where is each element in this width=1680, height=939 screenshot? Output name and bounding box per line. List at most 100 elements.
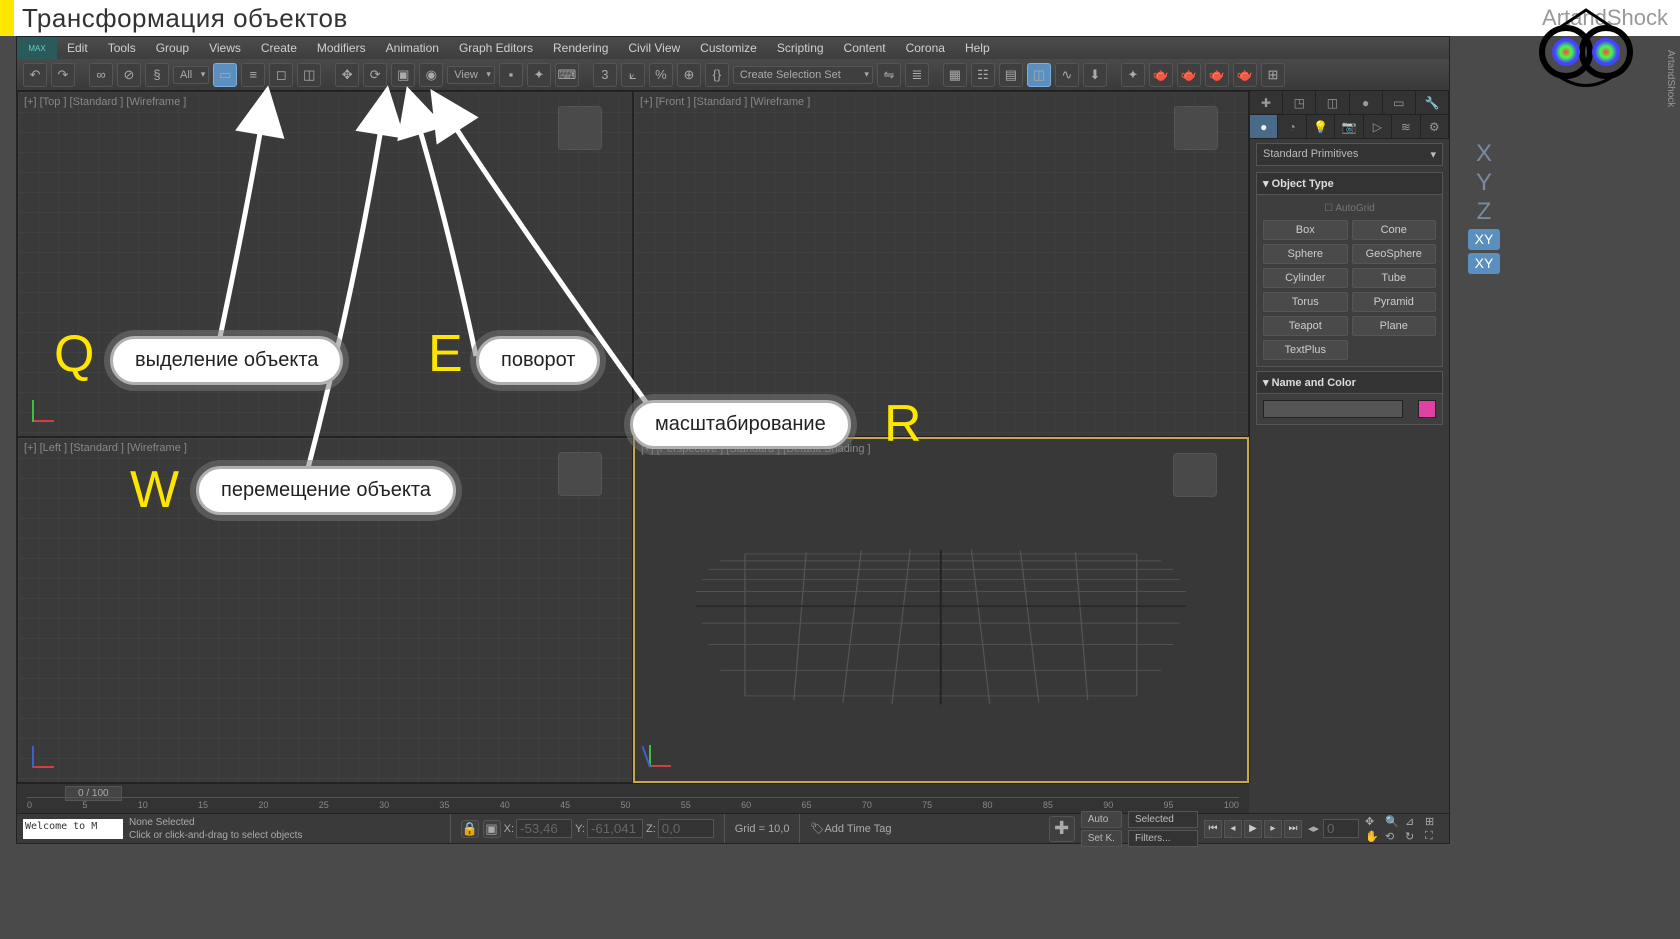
schematic-icon[interactable]: ⬇ [1083, 63, 1107, 87]
selection-filter-dropdown[interactable]: All [173, 66, 209, 84]
ref-coord-dropdown[interactable]: View [447, 66, 495, 84]
viewcube-icon[interactable] [558, 106, 602, 150]
axis-z-button[interactable]: Z [1464, 198, 1504, 227]
spinner-snap-icon[interactable]: ⊕ [677, 63, 701, 87]
tab-utilities[interactable]: 🔧 [1416, 91, 1449, 114]
redo-icon[interactable]: ↷ [51, 63, 75, 87]
render-iterate-icon[interactable]: 🫖 [1233, 63, 1257, 87]
isolate-icon[interactable]: ▣ [483, 820, 501, 838]
primitive-cylinder-button[interactable]: Cylinder [1263, 268, 1348, 288]
autogrid-checkbox[interactable]: ☐ AutoGrid [1263, 201, 1436, 220]
layer-explorer-icon[interactable]: ☷ [971, 63, 995, 87]
region-rect-icon[interactable]: ◻ [269, 63, 293, 87]
tab-modify[interactable]: ◳ [1283, 91, 1316, 114]
set-key-big-icon[interactable]: ✚ [1049, 816, 1075, 842]
material-editor-icon[interactable]: ✦ [1121, 63, 1145, 87]
viewport-orbit-icon[interactable]: ⟲ [1385, 830, 1403, 843]
menu-help[interactable]: Help [955, 41, 1000, 55]
menu-animation[interactable]: Animation [376, 41, 449, 55]
y-coord-input[interactable] [587, 819, 643, 838]
snap-toggle-icon[interactable]: 3 [593, 63, 617, 87]
add-time-tag[interactable]: 🏷 Add Time Tag [799, 814, 901, 843]
object-name-input[interactable] [1263, 400, 1403, 418]
viewport-pan-icon[interactable]: ✋ [1365, 830, 1383, 843]
viewport-roll-icon[interactable]: ↻ [1405, 830, 1423, 843]
menu-content[interactable]: Content [834, 41, 896, 55]
move-icon[interactable]: ✥ [335, 63, 359, 87]
goto-end-icon[interactable]: ⏭ [1284, 820, 1302, 838]
named-selection-dropdown[interactable]: Create Selection Set [733, 66, 873, 84]
tab-hierarchy[interactable]: ◫ [1316, 91, 1349, 114]
axis-y-button[interactable]: Y [1464, 169, 1504, 198]
viewcube-icon[interactable] [1173, 453, 1217, 497]
subtab-spacewarps[interactable]: ≋ [1392, 115, 1420, 138]
menu-customize[interactable]: Customize [690, 41, 767, 55]
subtab-helpers[interactable]: ▷ [1364, 115, 1392, 138]
viewport-fov-icon[interactable]: ⊿ [1405, 815, 1423, 828]
link-icon[interactable]: ∞ [89, 63, 113, 87]
unlink-icon[interactable]: ⊘ [117, 63, 141, 87]
primitive-sphere-button[interactable]: Sphere [1263, 244, 1348, 264]
tab-create[interactable]: ✚ [1250, 91, 1283, 114]
filters-button[interactable]: Filters... [1128, 830, 1198, 847]
menu-views[interactable]: Views [199, 41, 251, 55]
menu-modifiers[interactable]: Modifiers [307, 41, 376, 55]
axis-xy2-button[interactable]: XY [1468, 253, 1500, 274]
goto-start-icon[interactable]: ⏮ [1204, 820, 1222, 838]
render-setup-icon[interactable]: 🫖 [1149, 63, 1173, 87]
subtab-cameras[interactable]: 📷 [1335, 115, 1363, 138]
render-production-icon[interactable]: 🫖 [1205, 63, 1229, 87]
subtab-shapes[interactable]: ◔ [1278, 115, 1306, 138]
viewcube-icon[interactable] [1174, 106, 1218, 150]
play-icon[interactable]: ▶ [1244, 820, 1262, 838]
tab-motion[interactable]: ● [1350, 91, 1383, 114]
primitive-geosphere-button[interactable]: GeoSphere [1352, 244, 1437, 264]
maxscript-listener[interactable]: Welcome to M [23, 819, 123, 839]
window-crossing-icon[interactable]: ◫ [297, 63, 321, 87]
primitive-category-dropdown[interactable]: Standard Primitives▾ [1256, 143, 1443, 166]
menu-civil-view[interactable]: Civil View [618, 41, 690, 55]
next-frame-icon[interactable]: ▸ [1264, 820, 1282, 838]
undo-icon[interactable]: ↶ [23, 63, 47, 87]
menu-create[interactable]: Create [251, 41, 307, 55]
scale-icon[interactable]: ▣ [391, 63, 415, 87]
viewport-perspective[interactable]: [+] [Perspective ] [Standard ] [Default … [633, 437, 1249, 783]
mirror-icon[interactable]: ⇋ [877, 63, 901, 87]
object-color-swatch[interactable] [1418, 400, 1436, 418]
timeline[interactable]: 0 / 100 0510 152025 303540 455055 606570… [17, 783, 1249, 813]
current-frame-input[interactable] [1323, 819, 1359, 838]
primitive-teapot-button[interactable]: Teapot [1263, 316, 1348, 336]
time-ruler[interactable]: 0510 152025 303540 455055 606570 758085 … [27, 797, 1239, 811]
dope-sheet-icon[interactable]: ∿ [1055, 63, 1079, 87]
curve-editor-icon[interactable]: ◫ [1027, 63, 1051, 87]
menu-scripting[interactable]: Scripting [767, 41, 834, 55]
viewport-zoom-icon[interactable]: 🔍 [1385, 815, 1403, 828]
primitive-torus-button[interactable]: Torus [1263, 292, 1348, 312]
viewport-front[interactable]: [+] [Front ] [Standard ] [Wireframe ] [633, 91, 1249, 437]
subtab-lights[interactable]: 💡 [1307, 115, 1335, 138]
select-object-icon[interactable]: ▭ [213, 63, 237, 87]
layers-icon[interactable]: ▦ [943, 63, 967, 87]
menu-graph-editors[interactable]: Graph Editors [449, 41, 543, 55]
subtab-geometry[interactable]: ● [1250, 115, 1278, 138]
edit-selection-icon[interactable]: {} [705, 63, 729, 87]
set-key-button[interactable]: Set K. [1081, 830, 1122, 847]
key-filters-dropdown[interactable]: Selected [1128, 811, 1198, 828]
keyboard-shortcut-icon[interactable]: ⌨ [555, 63, 579, 87]
primitive-tube-button[interactable]: Tube [1352, 268, 1437, 288]
bind-icon[interactable]: § [145, 63, 169, 87]
primitive-box-button[interactable]: Box [1263, 220, 1348, 240]
viewport-max-icon[interactable]: ⛶ [1425, 830, 1443, 843]
toggle-ribbon-icon[interactable]: ▤ [999, 63, 1023, 87]
pivot-icon[interactable]: ▪ [499, 63, 523, 87]
menu-group[interactable]: Group [146, 41, 199, 55]
percent-snap-icon[interactable]: % [649, 63, 673, 87]
primitive-textplus-button[interactable]: TextPlus [1263, 340, 1348, 360]
viewcube-icon[interactable] [558, 452, 602, 496]
tab-display[interactable]: ▭ [1383, 91, 1416, 114]
menu-edit[interactable]: Edit [57, 41, 98, 55]
manipulate-icon[interactable]: ✦ [527, 63, 551, 87]
selection-lock-icon[interactable]: 🔒 [461, 820, 479, 838]
primitive-plane-button[interactable]: Plane [1352, 316, 1437, 336]
menu-tools[interactable]: Tools [98, 41, 146, 55]
